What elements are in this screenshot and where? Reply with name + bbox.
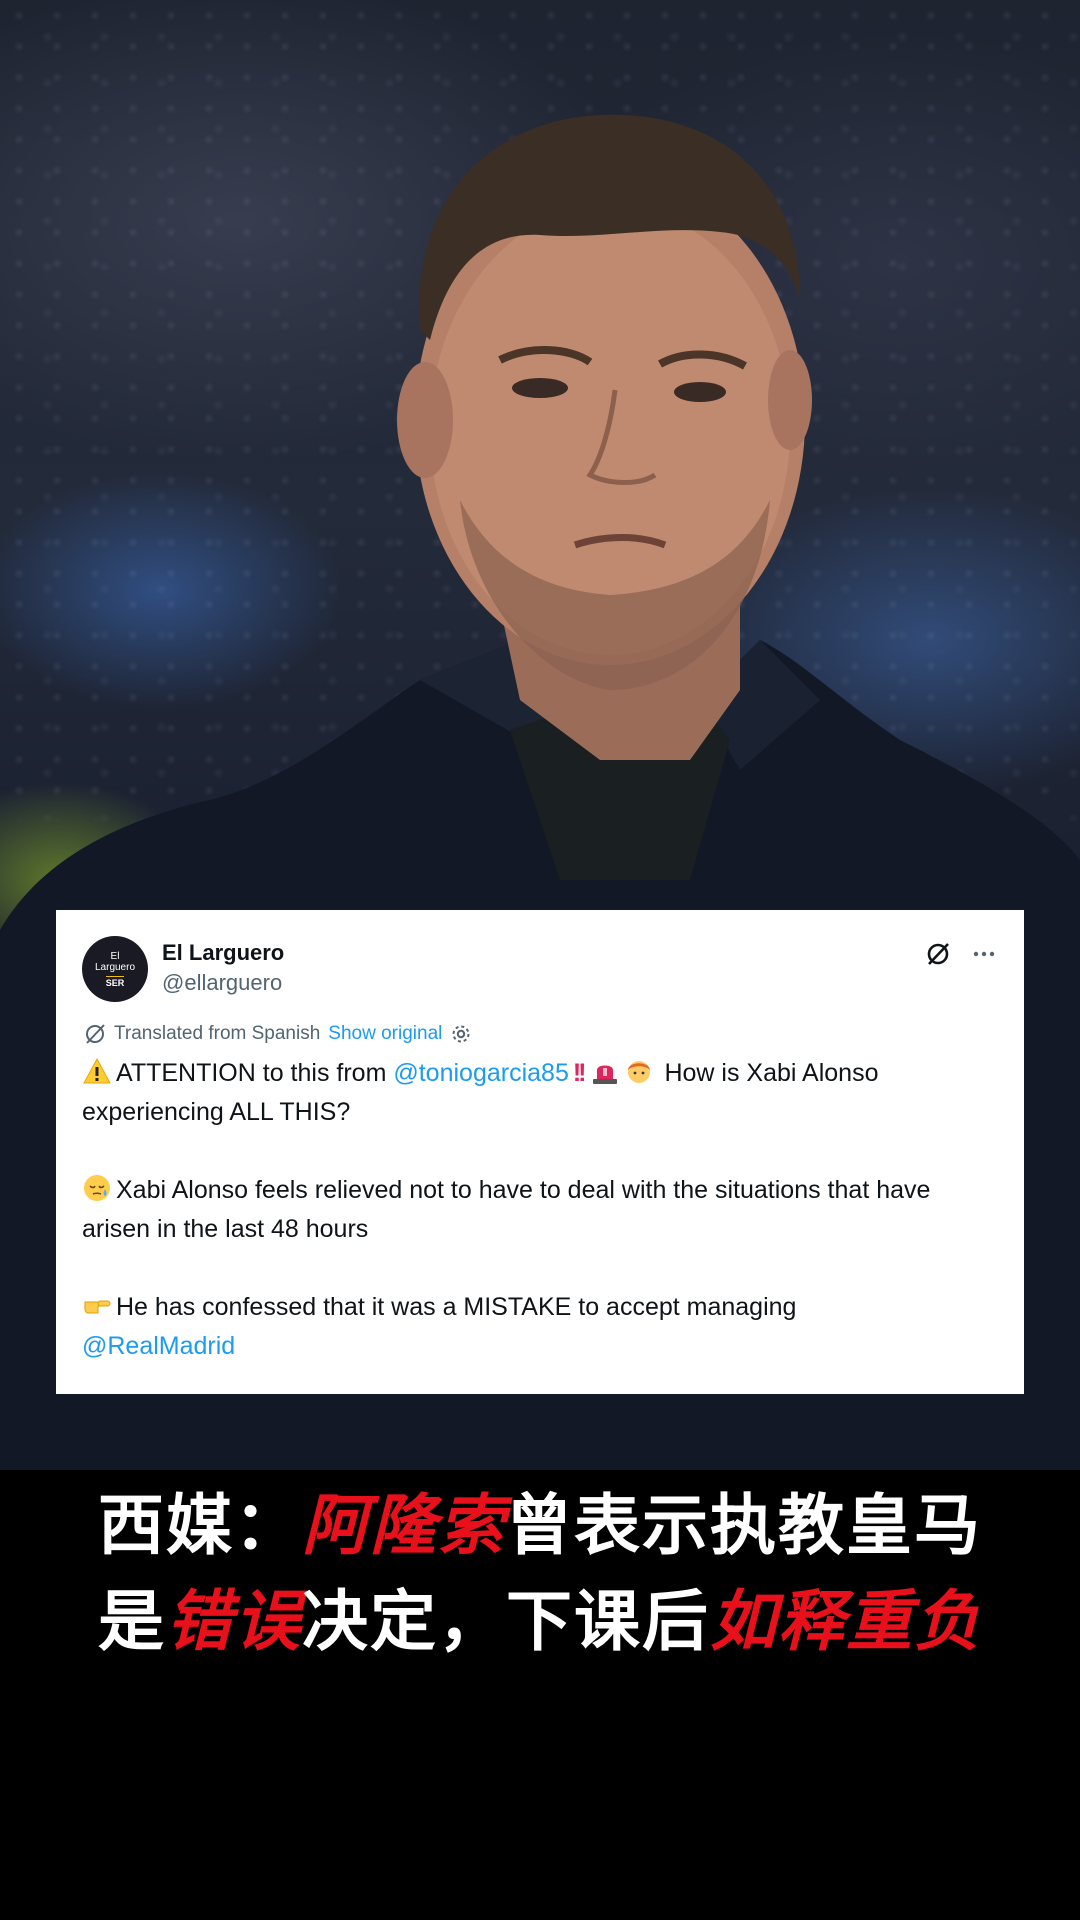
avatar-text-el: El: [110, 950, 120, 962]
caption-segment: 是: [98, 1583, 166, 1660]
relieved-face-icon: [84, 1175, 110, 1201]
siren-icon: [592, 1065, 617, 1084]
double-exclamation-icon: !!: [572, 1059, 587, 1087]
avatar-text-ser: SER: [105, 975, 125, 988]
settings-icon[interactable]: [448, 1021, 474, 1047]
translated-label: Translated from Spanish: [114, 1023, 321, 1044]
mention-realmadrid[interactable]: @RealMadrid: [82, 1332, 235, 1360]
grok-icon[interactable]: [924, 940, 952, 968]
translate-icon: [82, 1021, 108, 1047]
paragraph3-text: He has confessed that it was a MISTAKE t…: [116, 1293, 797, 1321]
pointing-hand-icon: [84, 1300, 111, 1314]
caption-line-1: 西媒：阿隆索曾表示执教皇马: [0, 1478, 1080, 1574]
more-icon[interactable]: [970, 940, 998, 968]
mention-toniogarcia85[interactable]: @toniogarcia85: [393, 1059, 569, 1087]
show-original-link[interactable]: Show original: [328, 1023, 442, 1045]
display-name[interactable]: El Larguero: [162, 938, 284, 968]
caption-segment-highlight: 阿隆索: [302, 1487, 506, 1564]
tweet-paragraph-1: ATTENTION to this from @toniogarcia85!! …: [82, 1054, 998, 1132]
caption-segment: 西媒：: [98, 1487, 302, 1564]
caption-segment: 决定，下课后: [302, 1583, 710, 1660]
handle[interactable]: @ellarguero: [162, 968, 284, 998]
warning-icon: [83, 1057, 111, 1084]
caption-line-2: 是错误决定，下课后如释重负: [0, 1574, 1080, 1670]
person-face-icon: [627, 1061, 650, 1083]
tweet-card[interactable]: El Larguero SER El Larguero @ellarguero: [56, 910, 1024, 1394]
avatar-text-larguero: Larguero: [94, 961, 136, 973]
tweet-body: ATTENTION to this from @toniogarcia85!! …: [82, 1054, 998, 1366]
caption-segment-highlight: 如释重负: [710, 1583, 982, 1660]
caption-segment: 曾表示执教皇马: [506, 1487, 982, 1564]
tweet-header: El Larguero SER El Larguero @ellarguero: [82, 934, 998, 1004]
paragraph2-text: Xabi Alonso feels relieved not to have t…: [82, 1176, 931, 1243]
tweet-paragraph-3: He has confessed that it was a MISTAKE t…: [82, 1288, 998, 1366]
translation-row: Translated from Spanish Show original: [82, 1020, 998, 1048]
caption-segment-highlight: 错误: [166, 1583, 302, 1660]
video-caption: 西媒：阿隆索曾表示执教皇马 是错误决定，下课后如释重负: [0, 1478, 1080, 1670]
author-names[interactable]: El Larguero @ellarguero: [162, 938, 284, 998]
tweet-paragraph-2: Xabi Alonso feels relieved not to have t…: [82, 1171, 998, 1249]
paragraph1-prefix: ATTENTION to this from: [116, 1059, 387, 1087]
avatar[interactable]: El Larguero SER: [82, 936, 148, 1002]
header-actions: [924, 940, 998, 968]
